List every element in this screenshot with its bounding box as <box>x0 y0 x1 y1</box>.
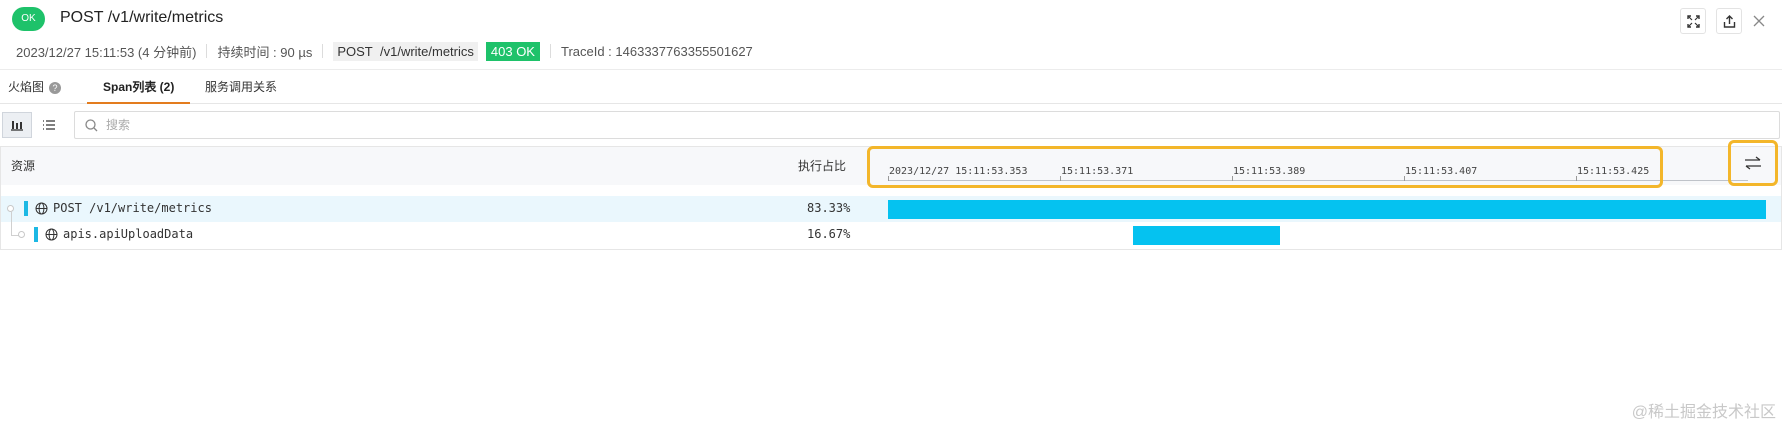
span-table: 资源 执行占比 2023/12/27 15:11:53.353 15:11:53… <box>0 140 1782 250</box>
service-color-mark <box>24 201 28 216</box>
span-duration-bar[interactable] <box>1132 226 1280 245</box>
list-icon <box>43 120 55 130</box>
swap-icon <box>1745 156 1761 170</box>
tab-service-relations[interactable]: 服务调用关系 <box>205 70 277 104</box>
tree-connector <box>11 212 12 235</box>
status-badge: OK <box>12 7 45 31</box>
export-button[interactable] <box>1716 8 1742 34</box>
table-row[interactable]: apis.apiUploadData 16.67% <box>1 212 1781 248</box>
tab-label: 火焰图 <box>8 80 45 94</box>
globe-icon <box>35 202 48 215</box>
waterfall-icon <box>11 121 23 131</box>
close-icon <box>1753 15 1765 27</box>
table-header: 资源 执行占比 2023/12/27 15:11:53.353 15:11:53… <box>1 140 1781 188</box>
span-duration-bar[interactable] <box>888 200 1766 219</box>
search-input[interactable] <box>106 118 706 132</box>
span-name: apis.apiUploadData <box>63 227 194 241</box>
fullscreen-icon <box>1686 14 1700 28</box>
swap-timeline-button[interactable] <box>1728 140 1778 186</box>
divider <box>206 44 208 58</box>
search-box[interactable] <box>74 111 1780 139</box>
export-icon <box>1723 14 1735 28</box>
span-ratio: 16.67% <box>807 227 851 241</box>
divider <box>322 44 324 58</box>
request-method: POST <box>337 43 373 59</box>
help-icon[interactable]: ? <box>49 81 62 94</box>
trace-timestamp: 2023/12/27 15:11:53 (4 分钟前) <box>16 44 197 60</box>
timeline-highlight-box <box>867 146 1663 188</box>
page-title: POST /v1/write/metrics <box>60 9 224 26</box>
fullscreen-button[interactable] <box>1680 8 1706 34</box>
waterfall-view-button[interactable] <box>2 112 32 138</box>
trace-duration: 持续时间 : 90 µs <box>217 44 313 60</box>
tab-flame-graph[interactable]: 火焰图? <box>8 70 62 104</box>
search-icon <box>85 118 98 131</box>
request-path: /v1/write/metrics <box>379 43 474 59</box>
trace-meta: 2023/12/27 15:11:53 (4 分钟前) 持续时间 : 90 µs… <box>16 41 753 61</box>
span-ratio: 83.33% <box>807 201 851 215</box>
tree-node-dot <box>7 205 14 212</box>
watermark: @稀土掘金技术社区 <box>1631 404 1776 421</box>
list-view-button[interactable] <box>34 112 64 138</box>
tab-label: 服务调用关系 <box>205 80 278 94</box>
globe-icon <box>45 228 58 241</box>
divider <box>549 44 551 58</box>
close-button[interactable] <box>1746 8 1772 34</box>
http-status-tag: 403 OK <box>485 41 540 61</box>
toolbar <box>0 110 1782 140</box>
tree-node-dot <box>18 231 25 238</box>
column-header-ratio[interactable]: 执行占比 <box>798 157 846 174</box>
trace-header: OK POST /v1/write/metrics 2023/12/27 15:… <box>0 0 1782 70</box>
trace-id[interactable]: TraceId : 1463337763355501627 <box>561 44 753 59</box>
span-name: POST /v1/write/metrics <box>53 201 212 215</box>
request-path-tag: POST /v1/write/metrics <box>333 41 478 61</box>
column-header-resource: 资源 <box>11 159 36 173</box>
tab-span-list[interactable]: Span列表 (2) <box>87 70 191 104</box>
service-color-mark <box>34 227 38 242</box>
table-row[interactable]: POST /v1/write/metrics 83.33% <box>1 196 1781 222</box>
tab-label: Span列表 (2) <box>103 80 175 94</box>
tab-bar: 火焰图? Span列表 (2) 服务调用关系 <box>0 70 1782 104</box>
